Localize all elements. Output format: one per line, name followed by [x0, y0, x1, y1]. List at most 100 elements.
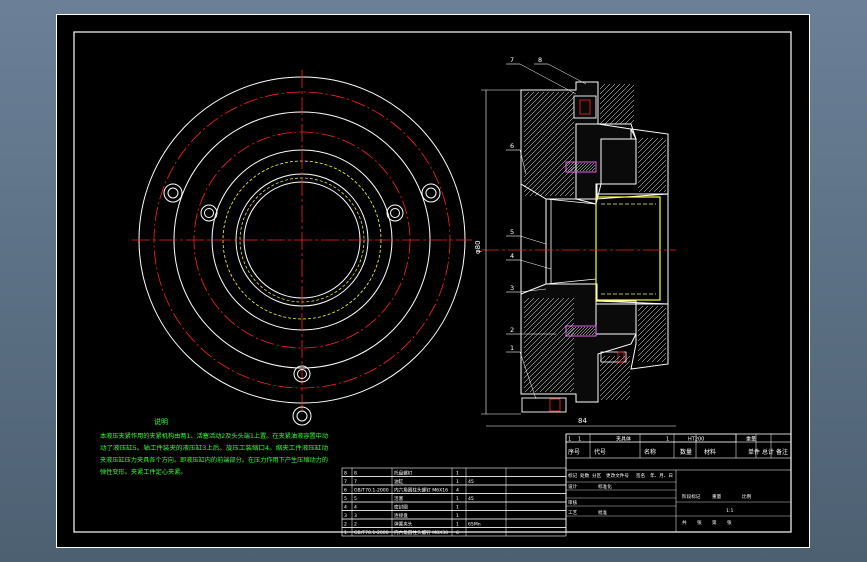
title-stage-label: 阶段标记 — [682, 493, 701, 500]
screw-bottom-core — [549, 398, 561, 412]
title-header-cell: 备注 — [776, 448, 788, 456]
bolt-hole-inner-core — [390, 208, 400, 218]
balloon-label: 6 — [510, 142, 514, 150]
bom-no: 2 — [344, 522, 347, 528]
bom-name: 活塞 — [394, 495, 404, 502]
bolt-hole-outer-core — [425, 187, 437, 199]
bom-row — [341, 467, 567, 477]
balloon-label: 4 — [510, 252, 514, 260]
bom-name: 弹簧夹头 — [394, 521, 413, 528]
balloon-label: 8 — [538, 56, 542, 64]
hatch-line — [648, 174, 667, 193]
balloon-label: 2 — [510, 326, 514, 334]
bom-qty: 1 — [456, 479, 459, 485]
hatch-line — [610, 380, 631, 401]
outer-border — [56, 14, 810, 548]
hatch-line — [599, 83, 631, 115]
hatch-line — [599, 83, 611, 95]
title-revision-cell: 分区 — [592, 472, 602, 479]
hatch-line — [599, 355, 631, 387]
bom-code: GB/T70.1-2000 — [354, 530, 389, 536]
title-header-cell: 材料 — [704, 448, 716, 456]
bom-qty: 1 — [456, 522, 459, 528]
technical-notes: 说明 本液压夹紧作用的夹紧机构由两1、活塞活动2及头头端1上置。在夹紧油液容置中… — [100, 417, 328, 476]
title-sheet-label: 张 — [727, 519, 732, 526]
title-design-cell: 设计 — [568, 483, 578, 490]
body-section-upper — [520, 81, 637, 200]
hatch-line — [614, 104, 635, 125]
bom-code: GB/T70.1-2000 — [354, 488, 389, 494]
hatch-line — [599, 365, 631, 397]
bill-of-materials: 8 8 托盘螺钉 17 7 油缸 1 456 GB/T70.1-2000 内六角圆柱头螺钉 M6X… — [341, 467, 567, 537]
title-top-cell: 1 — [666, 437, 669, 443]
hatch-line — [646, 342, 667, 363]
bom-no: 5 — [344, 496, 347, 502]
title-design-cell: 标准化 — [598, 483, 612, 490]
bolt-hole-outer — [163, 183, 183, 203]
hatch-line — [599, 83, 626, 110]
hatch-line — [637, 305, 644, 312]
bom-code: 4 — [354, 505, 357, 511]
title-review-cell: 审核 — [568, 499, 578, 506]
bom-no: 7 — [344, 479, 347, 485]
title-stage-label: 比例 — [742, 493, 752, 500]
title-revision-cell: 处数 — [580, 472, 590, 479]
title-header-cell: 单件 — [748, 448, 760, 456]
bolt-hole-outer-core — [296, 410, 308, 422]
bom-material: 45 — [468, 479, 474, 485]
hatch-line — [599, 84, 635, 120]
bom-name: 内六角圆柱头螺钉 M6X16 — [394, 487, 448, 494]
hatch-line — [661, 357, 667, 363]
bolt-hole-inner — [386, 204, 404, 222]
side-screw — [600, 351, 627, 363]
bom-qty: 1 — [456, 496, 459, 502]
title-revision-cell: 标记 — [568, 472, 578, 479]
hatch-line — [599, 83, 621, 105]
hatch-line — [637, 305, 649, 317]
hatch-line — [637, 137, 649, 149]
notes-line-2: 动了液压缸5。轴工件装夹的液压缸3上后。旋压工装缩口4。缩夹工件液压缸动 — [100, 444, 328, 452]
balloon-label: 5 — [510, 228, 514, 236]
hatch-line — [599, 355, 626, 382]
title-top-cell: 夹具体 — [616, 436, 631, 443]
hatch-line — [605, 375, 631, 401]
bom-no: 8 — [344, 471, 347, 477]
bom-row — [341, 501, 567, 511]
title-weight-header: 重量 — [746, 436, 756, 443]
bom-qty: 1 — [456, 471, 459, 477]
bom-name: 托盘螺钉 — [394, 470, 413, 477]
balloon-label: 1 — [510, 344, 514, 352]
workpiece-outline — [595, 196, 661, 301]
balloon-label: 7 — [510, 56, 514, 64]
title-header-cell: 名称 — [644, 448, 656, 456]
bom-no: 6 — [344, 488, 347, 494]
balloon-leader — [519, 235, 547, 245]
hatch-line — [599, 355, 621, 377]
title-header-cell: 数量 — [680, 448, 692, 456]
hatch-line — [637, 137, 659, 159]
balloon-label: 3 — [510, 284, 514, 292]
dim-length-label: 84 — [578, 417, 587, 425]
title-ratio: 1:1 — [726, 508, 733, 514]
bom-code: 3 — [354, 513, 357, 519]
bolt-hole-inner — [200, 204, 218, 222]
hatch-line — [624, 114, 635, 125]
hatch-line — [637, 137, 664, 164]
hatch-line — [663, 189, 667, 193]
bom-material: 45 — [468, 496, 474, 502]
bom-row — [341, 493, 567, 503]
hatch-line — [599, 355, 611, 367]
notes-heading: 说明 — [154, 417, 168, 426]
title-sheet-label: 第 — [712, 519, 717, 526]
drawing-sheet: φ80 84 78654321 说明 本液压夹紧作用的夹紧机构由两1、活塞活动2… — [56, 14, 810, 548]
bom-name: 内六角圆柱头螺钉 M8X30 — [394, 529, 448, 536]
title-header-cell: 序号 — [568, 448, 580, 456]
bom-name: 油缸 — [394, 478, 404, 485]
title-sheet-label: 共 — [682, 519, 687, 526]
hatch-line — [599, 89, 635, 125]
bom-qty: 4 — [456, 488, 459, 494]
bom-qty: 1 — [456, 513, 459, 519]
hatch-line — [653, 179, 667, 193]
title-top-cell: 1 — [568, 437, 571, 443]
collet-bore — [595, 193, 669, 305]
